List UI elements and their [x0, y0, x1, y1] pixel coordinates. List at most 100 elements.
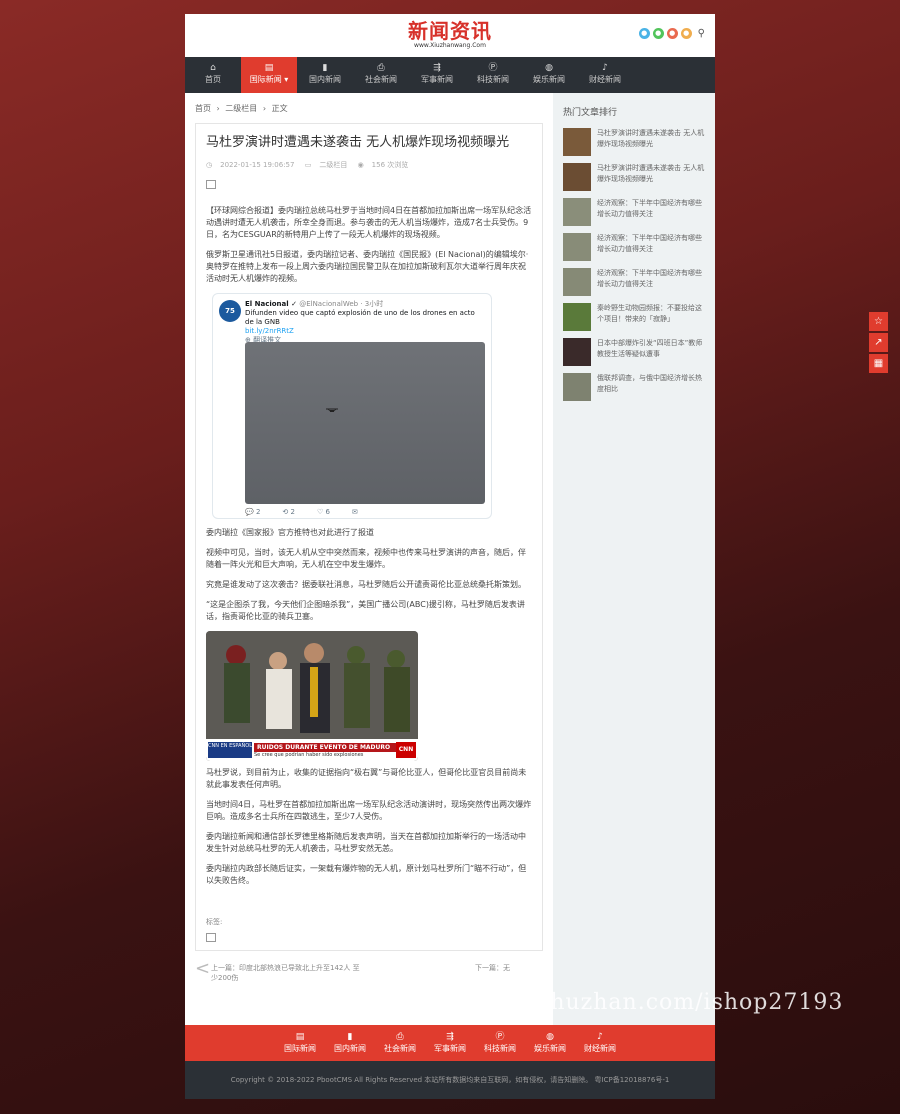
next-article-link[interactable]: 下一篇：无: [475, 963, 510, 983]
nav-item-tech[interactable]: Ⓟ 科技新闻: [465, 57, 521, 93]
nav-item-finance[interactable]: ♪ 财经新闻: [577, 57, 633, 93]
page-container: 新闻资讯 www.Xiuzhanwang.Com ● ● ● ● ⚲ ⌂ 首页 ▤…: [185, 14, 715, 1099]
tweet-video[interactable]: [245, 342, 485, 504]
article-views: 156 次浏览: [371, 161, 409, 169]
weibo-icon[interactable]: ●: [666, 28, 678, 39]
breadcrumb-sep: ›: [216, 104, 220, 113]
usb-icon: ⇶: [433, 63, 441, 73]
qrcode-icon[interactable]: ▦: [869, 354, 888, 373]
hot-article-thumbnail[interactable]: [563, 303, 591, 331]
article-paragraph: “这是企图杀了我，今天他们企图暗杀我”，美国广播公司(ABC)援引称，马杜罗随后…: [206, 600, 525, 621]
breadcrumb-sep: ›: [262, 104, 267, 113]
hot-article-title[interactable]: 秦岭野生动物园频报：不要投给这个项目！带来的「寂静」: [597, 303, 705, 331]
content-area: 首页 › 二级栏目 › 正文 马杜罗演讲时遭遇未遂袭击 无人机爆炸现场视频曝光 …: [185, 93, 715, 1025]
share-icon[interactable]: ↗: [869, 333, 888, 352]
hot-article-thumbnail[interactable]: [563, 198, 591, 226]
bookmark-icon: ▮: [322, 63, 328, 73]
news-photo-scene: [206, 631, 418, 739]
chevron-left-icon[interactable]: <: [195, 960, 210, 978]
logo-subtitle: www.Xiuzhanwang.Com: [414, 42, 486, 49]
breadcrumb-home[interactable]: 首页: [195, 104, 211, 113]
hot-article-thumbnail[interactable]: [563, 373, 591, 401]
hot-article-title[interactable]: 经济观察：下半年中国经济有哪些增长动力值得关注: [597, 233, 705, 261]
tags-label: 标签:: [206, 918, 223, 926]
hot-article-thumbnail[interactable]: [563, 338, 591, 366]
hot-article-item[interactable]: 经济观察：下半年中国经济有哪些增长动力值得关注: [563, 198, 705, 226]
rss-icon[interactable]: ●: [680, 28, 692, 39]
nav-label: 国内新闻: [309, 75, 341, 84]
article-category[interactable]: 二级栏目: [319, 161, 347, 169]
footer-nav-label: 国内新闻: [334, 1044, 366, 1053]
nav-label: 科技新闻: [477, 75, 509, 84]
footer-nav-society[interactable]: ⎙ 社会新闻: [375, 1025, 425, 1061]
globe-icon: ◍: [545, 63, 553, 73]
article-title: 马杜罗演讲时遭遇未遂袭击 无人机爆炸现场视频曝光: [206, 135, 510, 150]
footer-nav-label: 军事新闻: [434, 1044, 466, 1053]
hot-article-item[interactable]: 马杜罗演讲时遭遇未遂袭击 无人机爆炸现场视频曝光: [563, 128, 705, 156]
article-paragraph: 当地时间4日，马杜罗在首都加拉加斯出席一场军队纪念活动演讲时，现场突然传出两次爆…: [206, 800, 532, 821]
wechat-icon[interactable]: ●: [652, 28, 664, 39]
hot-article-title[interactable]: 马杜罗演讲时遭遇未遂袭击 无人机爆炸现场视频曝光: [597, 128, 705, 156]
nav-item-society[interactable]: ⎙ 社会新闻: [353, 57, 409, 93]
nav-item-international[interactable]: ▤ 国际新闻 ▾: [241, 57, 297, 93]
nav-item-home[interactable]: ⌂ 首页: [185, 57, 241, 93]
hot-article-item[interactable]: 马杜罗演讲时遭遇未遂袭击 无人机爆炸现场视频曝光: [563, 163, 705, 191]
hot-article-thumbnail[interactable]: [563, 163, 591, 191]
footer-nav-tech[interactable]: Ⓟ 科技新闻: [475, 1025, 525, 1061]
nav-item-domestic[interactable]: ▮ 国内新闻: [297, 57, 353, 93]
hot-article-item[interactable]: 经济观察：下半年中国经济有哪些增长动力值得关注: [563, 268, 705, 296]
hot-article-title[interactable]: 经济观察：下半年中国经济有哪些增长动力值得关注: [597, 268, 705, 296]
tweet-author[interactable]: El Nacional ✓: [245, 300, 297, 308]
footer-nav: ▤ 国际新闻 ▮ 国内新闻 ⎙ 社会新闻 ⇶ 军事新闻 Ⓟ 科技新闻 ◍ 娱乐新闻 ♪ 财经新…: [185, 1025, 715, 1061]
hot-article-title[interactable]: 日本中部爆炸引发“四班日本”教师教授生活等疑似遭事: [597, 338, 705, 366]
nav-label: 财经新闻: [589, 75, 621, 84]
site-logo[interactable]: 新闻资讯 www.Xiuzhanwang.Com: [185, 20, 715, 50]
nav-item-entertainment[interactable]: ◍ 娱乐新闻: [521, 57, 577, 93]
footer-nav-entertainment[interactable]: ◍ 娱乐新闻: [525, 1025, 575, 1061]
retweet-button[interactable]: ⟲ 2: [282, 508, 295, 516]
nav-item-military[interactable]: ⇶ 军事新闻: [409, 57, 465, 93]
embedded-tweet[interactable]: 75 El Nacional ✓ @ElNacionalWeb · 3小时 Di…: [212, 293, 492, 519]
hot-article-item[interactable]: 秦岭野生动物园频报：不要投给这个项目！带来的「寂静」: [563, 303, 705, 331]
hot-article-title[interactable]: 俄联邦调查，与俄中国经济增长热度相比: [597, 373, 705, 401]
ticker-headline: RUIDOS DURANTE EVENTO DE MADURO: [254, 743, 396, 752]
mail-button[interactable]: ✉: [352, 508, 358, 516]
article: 马杜罗演讲时遭遇未遂袭击 无人机爆炸现场视频曝光 ◷ 2022-01-15 19:…: [195, 123, 543, 951]
tweet-avatar[interactable]: 75: [219, 300, 241, 322]
sidebar: 热门文章排行 马杜罗演讲时遭遇未遂袭击 无人机爆炸现场视频曝光 马杜罗演讲时遭遇未…: [553, 93, 715, 1025]
tweet-handle: @ElNacionalWeb · 3小时: [299, 300, 384, 308]
folder-icon: ▭: [304, 161, 312, 169]
article-paragraph: 视频中可见，当时，该无人机从空中突然而来，视频中也传来马杜罗演讲的声音，随后，伴…: [206, 548, 526, 569]
image-placeholder-icon: [206, 180, 216, 189]
qq-icon[interactable]: ●: [638, 28, 650, 39]
like-button[interactable]: ♡ 6: [317, 508, 330, 516]
globe-icon: ◍: [546, 1032, 554, 1042]
footer-nav-domestic[interactable]: ▮ 国内新闻: [325, 1025, 375, 1061]
hot-article-thumbnail[interactable]: [563, 233, 591, 261]
prev-article-link[interactable]: < 上一篇：印度北部热浪已导致北上升至142人 至少200伤: [195, 960, 365, 983]
footer-nav-finance[interactable]: ♪ 财经新闻: [575, 1025, 625, 1061]
search-icon[interactable]: ⚲: [698, 28, 705, 39]
footer-nav-international[interactable]: ▤ 国际新闻: [275, 1025, 325, 1061]
hot-article-item[interactable]: 经济观察：下半年中国经济有哪些增长动力值得关注: [563, 233, 705, 261]
book-icon: ▤: [295, 1032, 305, 1042]
nav-label: 社会新闻: [365, 75, 397, 84]
breadcrumb-level2[interactable]: 二级栏目: [225, 104, 257, 113]
article-paragraph: 【环球网综合报道】委内瑞拉总统马杜罗于当地时间4日在首都加拉加斯出席一场军队纪念…: [206, 206, 532, 239]
hot-article-title[interactable]: 马杜罗演讲时遭遇未遂袭击 无人机爆炸现场视频曝光: [597, 163, 705, 191]
hot-article-item[interactable]: 日本中部爆炸引发“四班日本”教师教授生活等疑似遭事: [563, 338, 705, 366]
reply-button[interactable]: 💬 2: [245, 508, 260, 516]
hot-article-thumbnail[interactable]: [563, 268, 591, 296]
tweet-link[interactable]: bit.ly/2nrRRtZ: [245, 327, 485, 336]
hot-article-title[interactable]: 经济观察：下半年中国经济有哪些增长动力值得关注: [597, 198, 705, 226]
tweet-text: Difunden video que captó explosión de un…: [245, 309, 475, 326]
prev-article-text[interactable]: 上一篇：印度北部热浪已导致北上升至142人 至少200伤: [211, 964, 360, 982]
clock-icon: ◷: [206, 161, 213, 169]
article-paragraph: 究竟是谁发动了这次袭击？据委联社消息，马杜罗随后公开谴责哥伦比亚总统桑托斯策划。: [206, 580, 526, 589]
article-paragraph: 委内瑞拉新闻和通信部长罗德里格斯随后发表声明，当天在首都加拉加斯举行的一场活动中…: [206, 832, 526, 853]
hot-article-thumbnail[interactable]: [563, 128, 591, 156]
star-icon[interactable]: ☆: [869, 312, 888, 331]
image-caption: 委内瑞拉《国家报》官方推特也对此进行了报道: [206, 528, 374, 537]
footer-nav-military[interactable]: ⇶ 军事新闻: [425, 1025, 475, 1061]
hot-article-item[interactable]: 俄联邦调查，与俄中国经济增长热度相比: [563, 373, 705, 401]
